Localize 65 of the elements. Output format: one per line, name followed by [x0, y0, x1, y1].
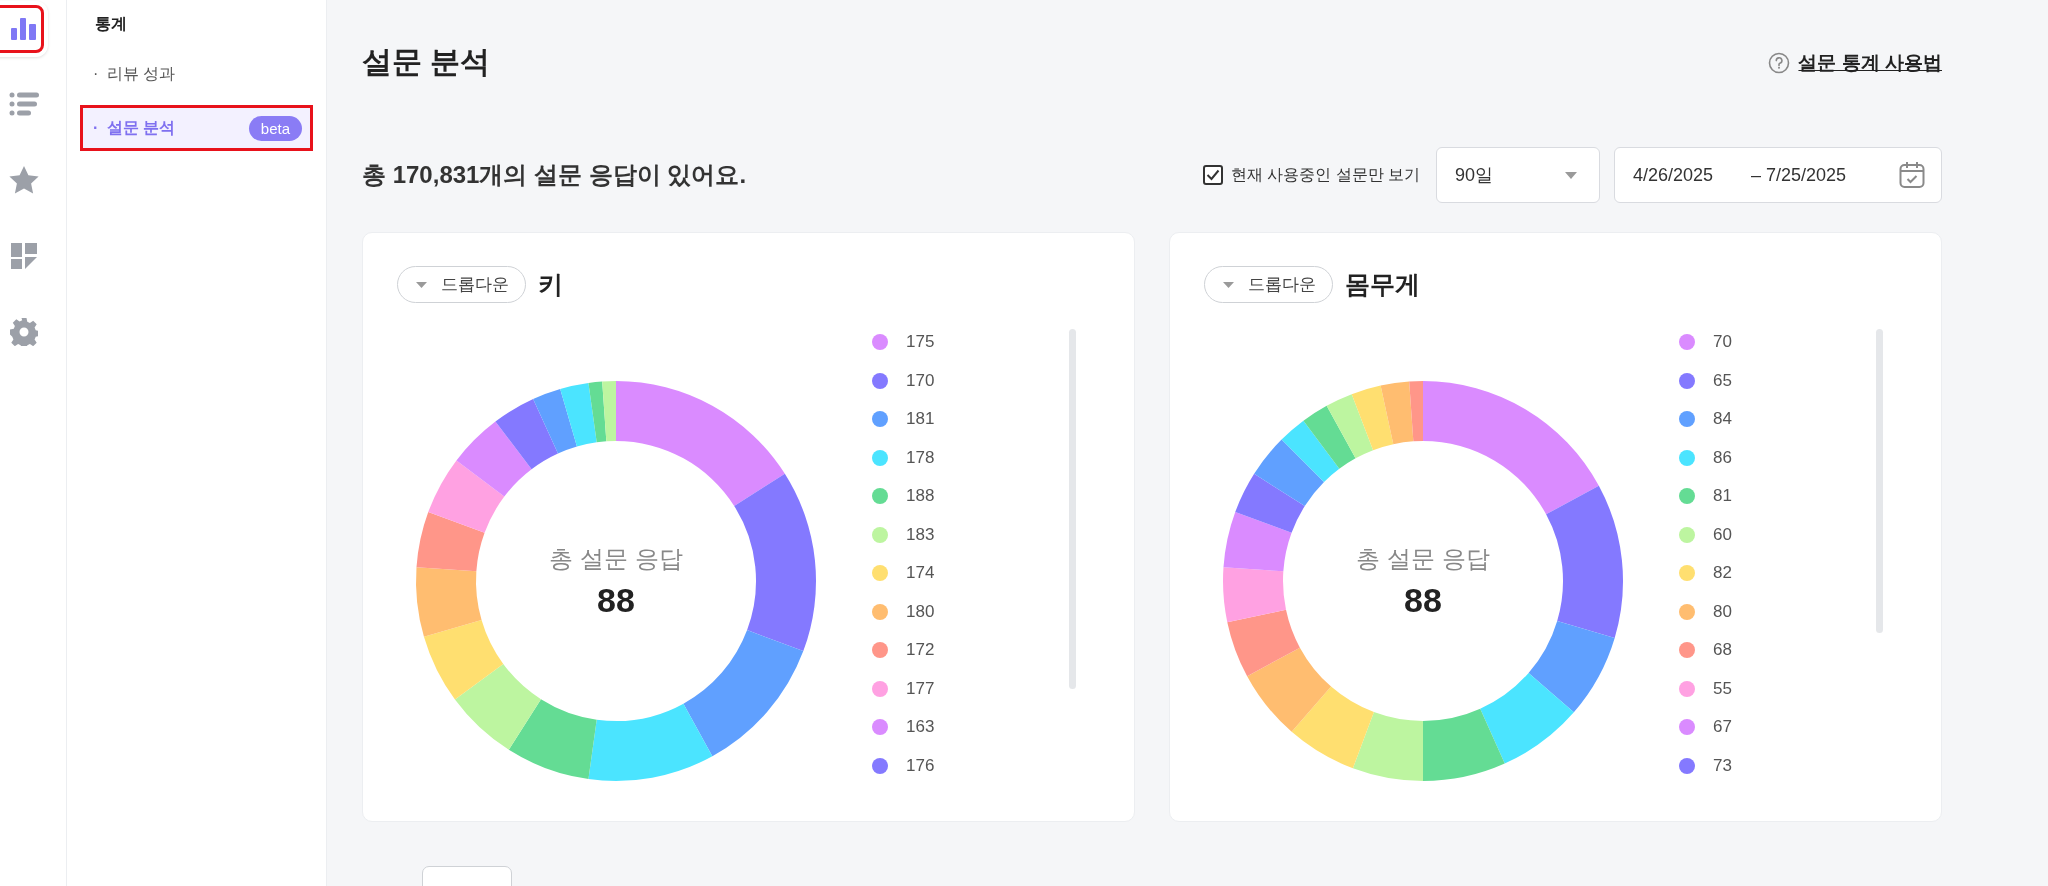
chart-title: 키 — [538, 269, 563, 300]
center-value: 88 — [597, 580, 635, 620]
caret-icon — [1223, 281, 1234, 288]
star-icon — [9, 166, 39, 194]
legend-label: 188 — [906, 486, 935, 507]
legend-label: 81 — [1713, 486, 1732, 507]
donut-slice — [1223, 512, 1292, 572]
legend-label: 172 — [906, 640, 935, 661]
donut-slice — [416, 567, 482, 637]
donut-slice — [1235, 473, 1305, 533]
period-dropdown[interactable]: 90일 — [1436, 147, 1600, 203]
donut-slice — [416, 512, 485, 572]
donut-slice — [1223, 567, 1286, 623]
scrollbar-thumb[interactable] — [1069, 329, 1076, 689]
caret-icon — [1565, 171, 1577, 179]
donut-slice — [1351, 385, 1394, 451]
sidebar-item[interactable]: · 리뷰 성과 — [83, 54, 310, 94]
list-icon — [9, 92, 39, 116]
bar-chart-icon — [11, 18, 37, 40]
nav-icon-button[interactable] — [0, 1, 48, 57]
center-label: 총 설문 응답 — [1356, 543, 1490, 574]
sidebar-item[interactable]: · 설문 분석 beta — [83, 108, 310, 148]
legend-label: 175 — [906, 332, 935, 353]
sidebar-heading: 통계 — [94, 14, 128, 34]
donut-slice — [1303, 405, 1356, 469]
legend-label: 67 — [1713, 717, 1732, 738]
scrollbar-thumb[interactable] — [1876, 329, 1883, 633]
center-value: 88 — [1404, 580, 1442, 620]
help-icon — [1768, 51, 1791, 74]
legend-label: 68 — [1713, 640, 1732, 661]
legend-label: 80 — [1713, 601, 1732, 622]
donut-slice — [1352, 712, 1423, 781]
summary-text: 총 170,831개의 설문 응답이 있어요. — [362, 160, 747, 190]
legend-label: 65 — [1713, 370, 1732, 391]
beta-badge: beta — [248, 115, 302, 141]
legend-label: 84 — [1713, 409, 1732, 430]
checkbox[interactable] — [1202, 165, 1223, 185]
legend-label: 174 — [906, 563, 935, 584]
legend-label: 163 — [906, 717, 935, 738]
chart-title: 몸무게 — [1345, 269, 1420, 300]
donut-slice — [1281, 420, 1340, 482]
legend-label: 70 — [1713, 332, 1732, 353]
help-link[interactable]: 설문 통계 사용법 — [1798, 49, 1942, 76]
legend-label: 60 — [1713, 524, 1732, 545]
legend-label: 178 — [906, 447, 935, 468]
page-title: 설문 분석 — [362, 44, 491, 80]
donut-slice — [1326, 394, 1374, 459]
checkbox-label: 현재 사용중인 설문만 보기 — [1230, 164, 1420, 185]
legend-label: 183 — [906, 524, 935, 545]
donut-slice — [1254, 439, 1324, 506]
settings-icon — [10, 318, 38, 346]
legend-label: 181 — [906, 409, 935, 430]
date-range-field[interactable]: 4/26/2025 – 7/25/2025 — [1614, 147, 1942, 203]
legend-label: 55 — [1713, 678, 1732, 699]
center-label: 총 설문 응답 — [549, 543, 683, 574]
legend-label: 82 — [1713, 563, 1732, 584]
legend-label: 177 — [906, 678, 935, 699]
caret-icon — [416, 281, 427, 288]
legend-label: 180 — [906, 601, 935, 622]
legend-label: 86 — [1713, 447, 1732, 468]
dashboard-icon — [11, 243, 37, 269]
legend-label: 176 — [906, 755, 935, 776]
legend-label: 73 — [1713, 755, 1732, 776]
legend-label: 170 — [906, 370, 935, 391]
calendar-icon — [1899, 161, 1925, 189]
